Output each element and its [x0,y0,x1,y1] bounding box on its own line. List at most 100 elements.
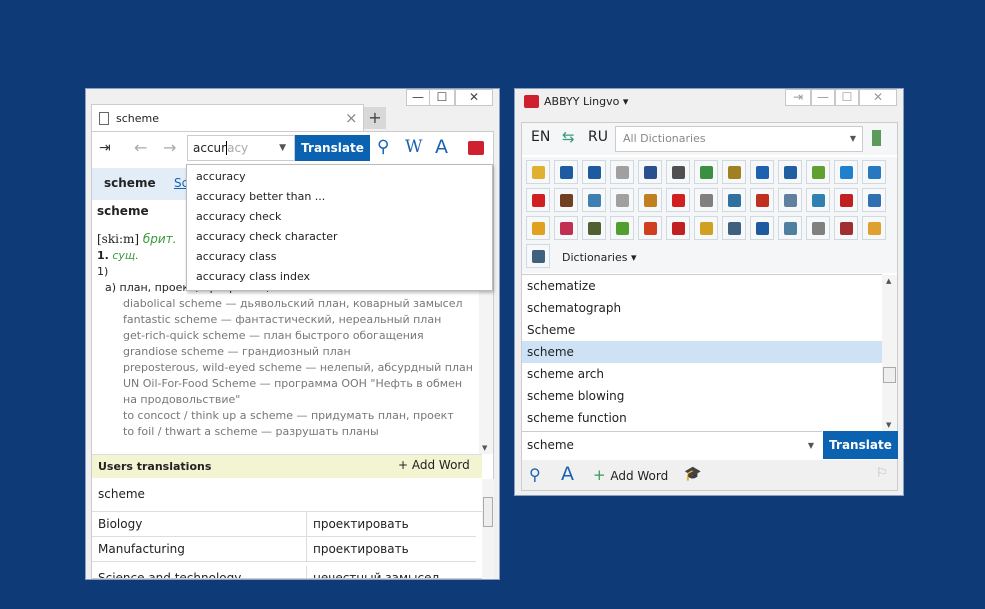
minimize-button[interactable]: — [406,89,430,106]
dictionary-icon[interactable] [526,188,550,212]
dictionary-icon[interactable] [722,188,746,212]
source-language[interactable]: EN [531,129,550,145]
pin-button[interactable]: ⇥ [785,89,811,106]
suggestion-item[interactable]: accuracy check [187,207,492,227]
dictionary-icon[interactable] [666,160,690,184]
translate-button[interactable]: Translate [823,431,898,459]
translate-button[interactable]: Translate [295,135,370,161]
dictionary-glyph-icon [756,222,769,235]
users-translations-title: Users translations [98,460,212,473]
maximize-button[interactable]: ☐ [429,89,455,106]
dictionary-icon[interactable] [834,216,858,240]
dictionary-icon[interactable] [554,216,578,240]
dictionary-icon[interactable] [834,160,858,184]
dictionary-icon[interactable] [526,244,550,268]
dictionary-icon[interactable] [582,160,606,184]
dictionary-icon[interactable] [582,188,606,212]
word-list-item[interactable]: scheme [522,341,882,363]
word-list-item[interactable]: Scheme [522,319,882,341]
word-list-item[interactable]: scheme function [522,407,882,429]
dictionary-icon[interactable] [750,216,774,240]
word-list-scrollbar[interactable]: ▲ ▼ [882,275,897,431]
dictionary-icon[interactable] [638,216,662,240]
dictionary-icon[interactable] [750,160,774,184]
suggestion-item[interactable]: accuracy class index [187,267,492,287]
tutor-cap-icon[interactable]: 🎓 [684,466,701,482]
dictionary-icon[interactable] [554,188,578,212]
dictionary-glyph-icon [644,222,657,235]
plus-icon: + [593,466,611,484]
dictionary-icon[interactable] [834,188,858,212]
dictionary-icon[interactable] [806,216,830,240]
table-row[interactable]: Biology проектировать [92,512,476,537]
dictionary-icon[interactable] [638,160,662,184]
table-row[interactable]: Science and technology нечестный замысел [92,562,476,578]
swap-languages-icon[interactable]: ⇆ [562,128,575,146]
table-row[interactable]: Manufacturing проектировать [92,537,476,562]
chevron-down-icon[interactable]: ▼ [808,432,814,459]
dictionary-icon[interactable] [778,216,802,240]
add-word-button[interactable]: + Add Word [593,466,668,484]
dictionary-icon[interactable] [554,160,578,184]
dictionary-select[interactable]: All Dictionaries ▼ [615,126,863,152]
tab-scheme[interactable]: scheme × [91,104,364,132]
word-list-item[interactable]: scheme blowing [522,385,882,407]
dictionary-icon[interactable] [806,188,830,212]
word-list-item[interactable]: schematize [522,275,882,297]
card-tab-scheme[interactable]: scheme [104,176,156,190]
dictionary-icon[interactable] [778,160,802,184]
dictionary-icon[interactable] [722,160,746,184]
dictionary-icon[interactable] [862,216,886,240]
dictionary-icon[interactable] [750,188,774,212]
dictionary-icon[interactable] [666,216,690,240]
word-list-item[interactable]: schematograph [522,297,882,319]
search-icon[interactable]: ⚲ [377,137,389,157]
dictionary-icon[interactable] [778,188,802,212]
minimize-button[interactable]: — [811,89,835,106]
word-list-item[interactable]: scheme arch [522,363,882,385]
dictionary-icon[interactable] [582,216,606,240]
dictionary-icon[interactable] [610,216,634,240]
wikipedia-icon[interactable]: W [405,137,422,157]
tab-close-icon[interactable]: × [345,109,358,127]
pin-icon[interactable]: ⇥ [99,140,111,156]
dictionary-icon[interactable] [722,216,746,240]
add-word-button[interactable]: + Add Word [398,458,470,472]
target-language[interactable]: RU [588,129,608,145]
forward-icon[interactable]: → [163,138,176,157]
dictionary-icon[interactable] [862,188,886,212]
dictionary-icon[interactable] [610,160,634,184]
app-title-menu[interactable]: ABBYY Lingvo ▾ [544,95,628,108]
suggestion-item[interactable]: accuracy class [187,247,492,267]
dictionary-icon[interactable] [610,188,634,212]
users-scrollbar[interactable] [482,479,494,579]
lingvo-logo-icon[interactable] [468,141,484,155]
dictionary-icon[interactable] [694,216,718,240]
dictionary-icon[interactable] [666,188,690,212]
suggestion-item[interactable]: accuracy [187,167,492,187]
dictionary-icon[interactable] [638,188,662,212]
font-icon[interactable]: A [561,463,574,485]
dictionary-glyph-icon [728,166,741,179]
dictionary-icon[interactable] [806,160,830,184]
maximize-button[interactable]: ☐ [835,89,859,106]
suggestion-item[interactable]: accuracy check character [187,227,492,247]
dictionary-icon[interactable] [526,216,550,240]
word-input[interactable]: scheme ▼ [522,431,822,459]
close-button[interactable]: ✕ [455,89,493,106]
dictionaries-menu[interactable]: Dictionaries ▾ [562,251,636,264]
search-icon[interactable]: ⚲ [529,465,541,484]
search-input[interactable]: accuracy ▼ [187,135,295,161]
chevron-down-icon[interactable]: ▼ [279,136,286,160]
new-tab-button[interactable]: + [364,107,386,129]
flag-icon[interactable]: ⚐ [876,466,888,481]
dictionary-icon[interactable] [526,160,550,184]
dictionary-sort-icon[interactable] [872,130,881,146]
dictionary-icon[interactable] [694,160,718,184]
font-icon[interactable]: A [435,136,448,158]
suggestion-item[interactable]: accuracy better than ... [187,187,492,207]
close-button[interactable]: ✕ [859,89,897,106]
dictionary-icon[interactable] [862,160,886,184]
dictionary-icon[interactable] [694,188,718,212]
back-icon[interactable]: ← [134,138,147,157]
